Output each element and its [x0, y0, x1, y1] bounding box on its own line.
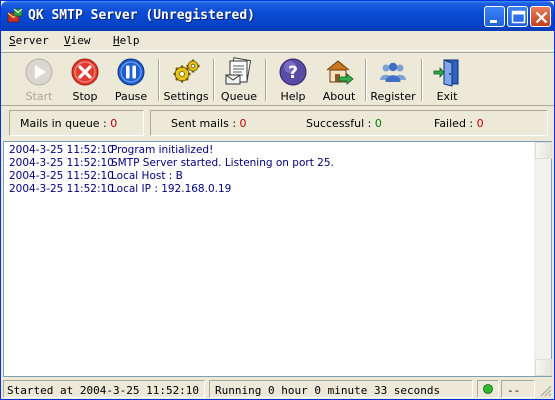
indicator-panel — [477, 380, 499, 398]
queue-label: Mails in queue : — [20, 117, 107, 130]
log-scrollbar[interactable] — [534, 142, 552, 376]
pause-icon — [117, 58, 145, 86]
queue-stat-panel: Mails in queue : 0 — [9, 110, 144, 136]
minimize-button[interactable] — [484, 6, 505, 27]
extra-status: -- — [507, 384, 521, 397]
title-bar[interactable]: QK SMTP Server (Unregistered) — [1, 1, 554, 31]
resize-grip-icon[interactable] — [539, 384, 552, 397]
minimize-icon — [490, 20, 497, 23]
started-panel: Started at 2004-3-25 11:52:10 — [3, 380, 205, 398]
log-panel[interactable]: 2004-3-25 11:52:10Program initialized! 2… — [3, 141, 552, 377]
maximize-icon — [511, 10, 526, 24]
toolbar-separator — [421, 59, 423, 101]
window-title: QK SMTP Server (Unregistered) — [28, 8, 255, 23]
toolbar-separator — [365, 59, 367, 101]
log-line: 2004-3-25 11:52:10Local Host : B — [9, 170, 183, 182]
mail-queue-icon — [225, 57, 252, 85]
started-time: Started at 2004-3-25 11:52:10 — [7, 384, 200, 397]
queue-button[interactable]: Queue — [217, 56, 261, 104]
scroll-down-button[interactable] — [535, 359, 552, 376]
log-line: 2004-3-25 11:52:10Program initialized! — [9, 144, 214, 156]
sent-count: 0 — [239, 117, 247, 130]
start-button[interactable]: Start — [17, 56, 61, 104]
successful-count: 0 — [374, 117, 382, 130]
failed-label: Failed : — [434, 117, 474, 130]
running-panel: Running 0 hour 0 minute 33 seconds — [209, 380, 473, 398]
toolbar-separator — [265, 59, 267, 101]
exit-button[interactable]: Exit — [425, 56, 469, 104]
successful-label: Successful : — [306, 117, 372, 130]
maximize-button[interactable] — [507, 6, 528, 27]
menu-help[interactable]: Help — [113, 34, 140, 47]
toolbar-separator — [213, 59, 215, 101]
settings-button[interactable]: Settings — [163, 56, 209, 104]
status-indicator-icon — [483, 384, 493, 394]
log-line: 2004-3-25 11:52:10SMTP Server started. L… — [9, 157, 334, 169]
status-bar: Started at 2004-3-25 11:52:10 Running 0 … — [1, 379, 554, 399]
pause-button[interactable]: Pause — [109, 56, 153, 104]
register-button[interactable]: Register — [369, 56, 417, 104]
svg-text:?: ? — [288, 63, 298, 83]
toolbar: Start Stop Pause Settings Queue ? Help A… — [1, 52, 554, 106]
close-button[interactable] — [530, 6, 551, 27]
queue-count: 0 — [110, 117, 118, 130]
menu-server[interactable]: Server — [9, 34, 49, 47]
stop-button[interactable]: Stop — [63, 56, 107, 104]
help-button[interactable]: ? Help — [271, 56, 315, 104]
app-icon — [7, 8, 23, 23]
about-button[interactable]: About — [317, 56, 361, 104]
failed-count: 0 — [476, 117, 484, 130]
exit-door-icon — [433, 59, 459, 87]
about-icon — [326, 60, 354, 85]
close-icon — [535, 11, 548, 24]
menu-view[interactable]: View — [64, 34, 91, 47]
running-time: Running 0 hour 0 minute 33 seconds — [215, 384, 441, 397]
users-icon — [380, 62, 406, 82]
sent-label: Sent mails : — [171, 117, 237, 130]
scroll-up-button[interactable] — [535, 142, 552, 159]
play-icon — [25, 58, 53, 86]
log-line: 2004-3-25 11:52:10Local IP : 192.168.0.1… — [9, 183, 232, 195]
help-icon: ? — [279, 58, 307, 86]
menu-bar: Server View Help — [1, 31, 554, 51]
mail-stats-panel: Sent mails : 0 Successful : 0 Failed : 0 — [150, 110, 548, 136]
stop-icon — [71, 58, 99, 86]
toolbar-separator — [158, 59, 160, 101]
gears-icon — [173, 59, 200, 83]
main-window: QK SMTP Server (Unregistered) Server Vie… — [0, 0, 555, 400]
extra-panel: -- — [501, 380, 535, 398]
